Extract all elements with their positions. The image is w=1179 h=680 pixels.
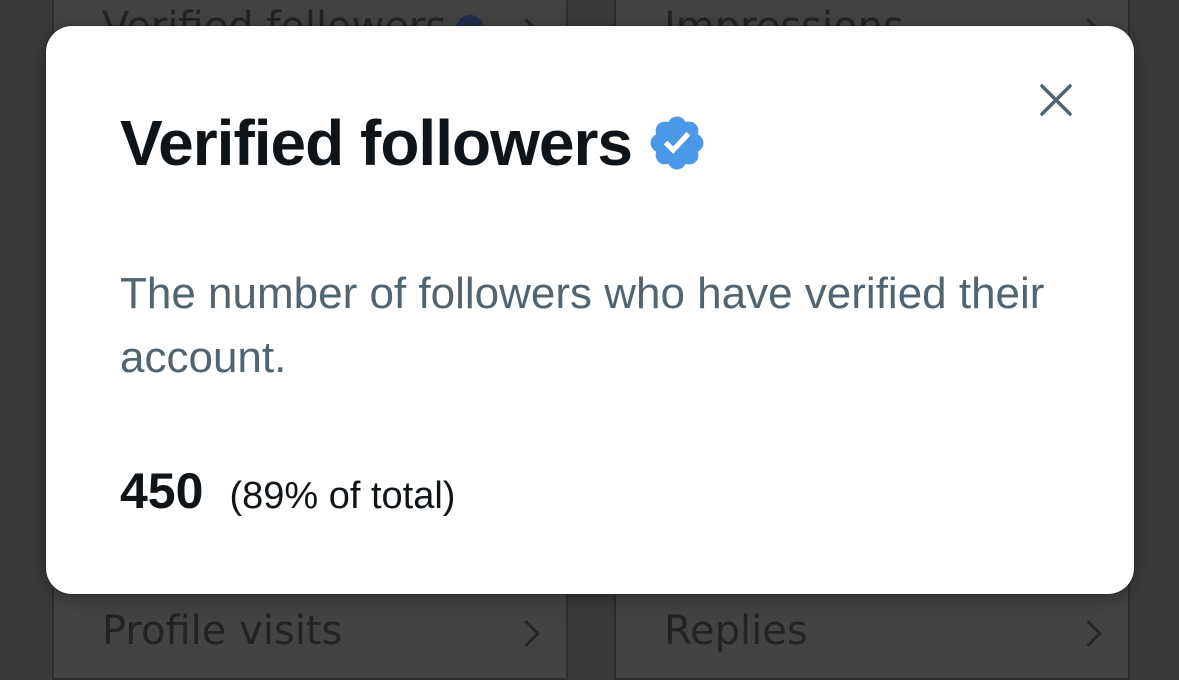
background-card-label: Replies (664, 608, 808, 654)
dialog-title: Verified followers (120, 108, 708, 178)
chevron-right-icon (1075, 620, 1102, 647)
close-icon (1040, 84, 1072, 116)
close-button[interactable] (1034, 78, 1078, 122)
stat-row: 450 (89% of total) (120, 462, 455, 520)
stat-percent-of-total: (89% of total) (229, 475, 456, 517)
background-card-label: Profile visits (102, 608, 343, 654)
verified-followers-dialog: Verified followers The number of followe… (46, 26, 1134, 594)
dialog-title-text: Verified followers (120, 107, 633, 179)
dialog-description: The number of followers who have verifie… (120, 269, 1045, 382)
verified-badge-icon (650, 116, 704, 170)
stat-value: 450 (120, 463, 204, 519)
chevron-right-icon (513, 620, 540, 647)
